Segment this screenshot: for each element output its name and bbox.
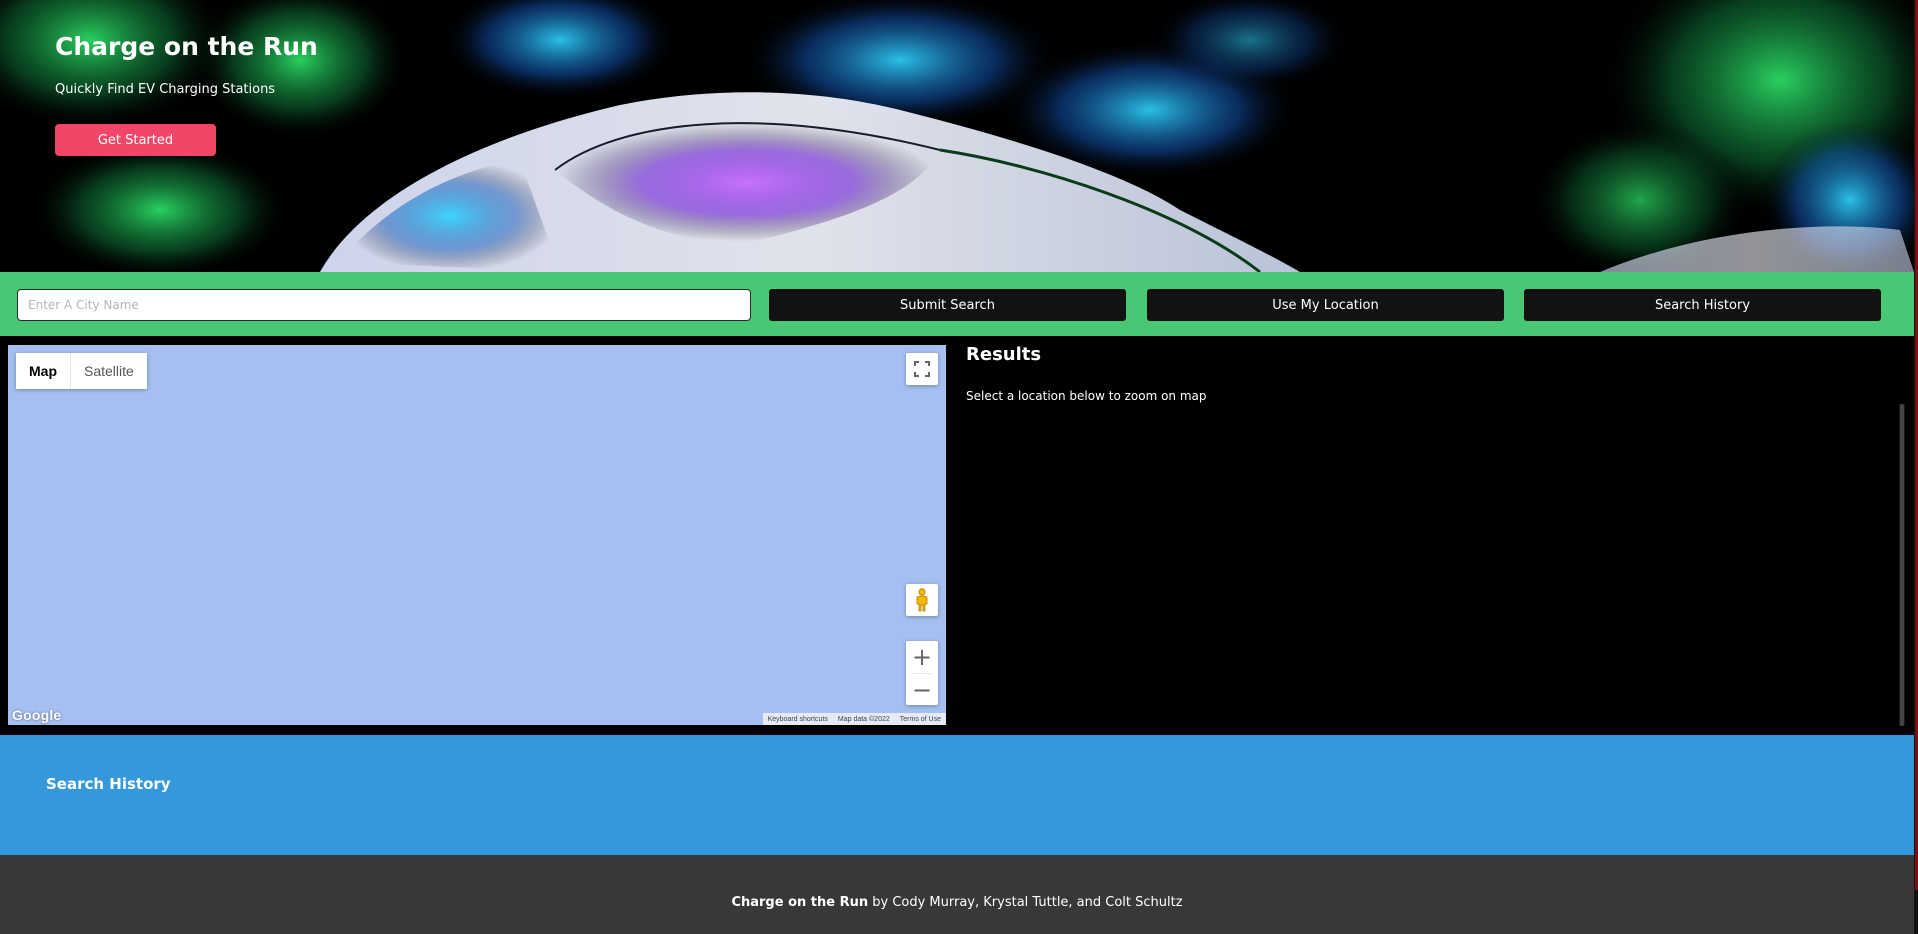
search-bar: Submit Search Use My Location Search His… — [0, 272, 1914, 336]
street-view-button[interactable] — [906, 584, 938, 616]
zoom-in-button[interactable]: + — [906, 641, 938, 673]
map-type-map[interactable]: Map — [16, 353, 71, 389]
footer-credits: Charge on the Run by Cody Murray, Krysta… — [0, 895, 1914, 910]
pegman-icon — [916, 588, 928, 612]
keyboard-shortcuts-link[interactable]: Keyboard shortcuts — [763, 716, 833, 723]
map-type-satellite[interactable]: Satellite — [71, 353, 147, 389]
fullscreen-button[interactable] — [906, 353, 938, 385]
footer: Charge on the Run by Cody Murray, Krysta… — [0, 855, 1914, 934]
footer-authors: by Cody Murray, Krystal Tuttle, and Colt… — [868, 895, 1183, 910]
city-search-input[interactable] — [17, 289, 751, 321]
google-logo[interactable]: Google — [12, 707, 61, 723]
footer-brand: Charge on the Run — [731, 895, 869, 910]
search-history-button[interactable]: Search History — [1524, 289, 1881, 321]
submit-search-button[interactable]: Submit Search — [769, 289, 1126, 321]
map-attribution: Keyboard shortcuts Map data ©2022 Terms … — [762, 713, 946, 725]
use-my-location-button[interactable]: Use My Location — [1147, 289, 1504, 321]
hero-banner: Charge on the Run Quickly Find EV Chargi… — [0, 0, 1914, 272]
get-started-button[interactable]: Get Started — [55, 124, 216, 156]
site-subtitle: Quickly Find EV Charging Stations — [55, 82, 276, 97]
search-history-section: Search History — [0, 735, 1914, 855]
results-instructions: Select a location below to zoom on map — [966, 389, 1207, 403]
map-type-control: Map Satellite — [16, 353, 147, 389]
fullscreen-icon — [914, 361, 930, 377]
site-title: Charge on the Run — [55, 32, 318, 61]
zoom-out-button[interactable]: − — [906, 674, 938, 706]
terms-of-use-link[interactable]: Terms of Use — [895, 716, 946, 723]
google-map[interactable]: Map Satellite + − Google Keyboard shortc… — [8, 345, 946, 725]
map-data-text: Map data ©2022 — [837, 715, 890, 723]
zoom-control: + − — [906, 641, 938, 705]
results-title: Results — [966, 344, 1042, 365]
search-history-title: Search History — [46, 775, 171, 793]
results-scrollbar-thumb[interactable] — [1900, 404, 1904, 726]
